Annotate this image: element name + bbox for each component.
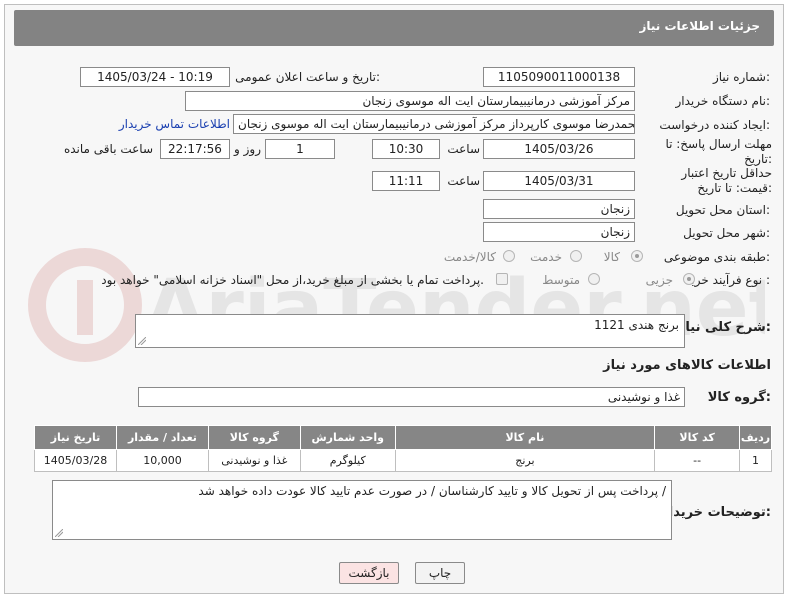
- buyer-notes-field[interactable]: پرداخت پس از تحویل کالا و تایید کارشناسا…: [52, 480, 672, 540]
- remaining-time-label: ساعت باقی مانده: [63, 142, 153, 156]
- cell-unit: کیلوگرم: [299, 449, 396, 472]
- price-time-label: ساعت: [447, 174, 480, 188]
- col-name: نام کالا: [394, 425, 656, 450]
- price-deadline-label: حداقل تاریخ اعتبار قیمت: تا تاریخ:: [681, 166, 772, 195]
- resize-handle-icon[interactable]: [55, 529, 63, 537]
- treasury-payment-checkbox[interactable]: [496, 273, 508, 285]
- goods-table: ردیف کد کالا نام کالا واحد شمارش گروه کا…: [33, 425, 772, 472]
- goods-info-title: اطلاعات کالاهای مورد نیاز: [603, 358, 771, 373]
- cell-code: --: [654, 449, 741, 472]
- announce-field[interactable]: 1405/03/24 - 10:19: [80, 67, 230, 87]
- price-date-field[interactable]: 1405/03/31: [483, 171, 635, 191]
- back-button[interactable]: بازگشت: [339, 562, 399, 584]
- table-header-row: ردیف کد کالا نام کالا واحد شمارش گروه کا…: [33, 425, 772, 450]
- buyer-org-field[interactable]: مرکز آموزشی درمانیبیمارستان ایت اله موسو…: [185, 91, 635, 111]
- description-text: برنج هندی 1121: [594, 318, 679, 332]
- cell-group: غذا و نوشیدنی: [207, 449, 301, 472]
- goods-group-label: گروه کالا:: [707, 390, 771, 405]
- buyer-notes-text: پرداخت پس از تحویل کالا و تایید کارشناسا…: [198, 484, 666, 498]
- province-field[interactable]: زنجان: [483, 199, 635, 219]
- price-time-field[interactable]: 11:11: [372, 171, 440, 191]
- process-radio-medium[interactable]: [588, 273, 600, 285]
- reply-deadline-label: مهلت ارسال پاسخ: تا تاریخ:: [665, 137, 772, 166]
- days-field[interactable]: 1: [265, 139, 335, 159]
- category-option-service: خدمت: [530, 250, 562, 264]
- creator-label: ایجاد کننده درخواست:: [659, 118, 770, 132]
- creator-field[interactable]: سیدمحمدرضا موسوی کارپرداز مرکز آموزشی در…: [233, 114, 635, 134]
- process-option-medium: متوسط: [542, 273, 580, 287]
- cell-row: 1: [739, 449, 772, 472]
- col-date: تاریخ نیاز: [33, 425, 118, 450]
- reply-time-field[interactable]: 10:30: [372, 139, 440, 159]
- reply-date-field[interactable]: 1405/03/26: [483, 139, 635, 159]
- col-row: ردیف: [739, 425, 772, 450]
- category-option-goods-service: کالا/خدمت: [443, 250, 496, 264]
- category-radio-goods-service[interactable]: [503, 250, 515, 262]
- resize-handle-icon[interactable]: [138, 337, 146, 345]
- reply-time-label: ساعت: [447, 142, 480, 156]
- print-button[interactable]: چاپ: [415, 562, 465, 584]
- cell-name: برنج: [394, 449, 656, 472]
- description-field[interactable]: برنج هندی 1121: [135, 314, 685, 348]
- need-number-label: شماره نیاز:: [712, 70, 770, 84]
- buyer-org-label: نام دستگاه خریدار:: [675, 94, 771, 108]
- payment-note: پرداخت تمام یا بخشی از مبلغ خرید،از محل …: [101, 273, 484, 287]
- col-code: کد کالا: [654, 425, 741, 450]
- need-number-field[interactable]: 1105090011000138: [483, 67, 635, 87]
- process-label: نوع فرآیند خرید :: [685, 273, 770, 287]
- col-quantity: تعداد / مقدار: [116, 425, 209, 450]
- col-group: گروه کالا: [207, 425, 301, 450]
- goods-group-field[interactable]: غذا و نوشیدنی: [138, 387, 685, 407]
- cell-quantity: 10,000: [116, 449, 209, 472]
- col-unit: واحد شمارش: [299, 425, 396, 450]
- process-radio-minor[interactable]: [683, 273, 695, 285]
- days-label: روز و: [234, 142, 261, 156]
- process-option-minor: جزیی: [645, 273, 673, 287]
- category-option-goods: کالا: [603, 250, 620, 264]
- contact-buyer-link[interactable]: اطلاعات تماس خریدار: [119, 117, 230, 131]
- category-radio-goods[interactable]: [631, 250, 643, 262]
- table-row[interactable]: 1 -- برنج کیلوگرم غذا و نوشیدنی 10,000 1…: [33, 449, 772, 472]
- category-radio-service[interactable]: [570, 250, 582, 262]
- description-label: شرح کلی نیاز:: [677, 320, 771, 335]
- city-field[interactable]: زنجان: [483, 222, 635, 242]
- remaining-time-field[interactable]: 22:17:56: [160, 139, 230, 159]
- header-bar: جزئیات اطلاعات نیاز: [14, 10, 774, 46]
- buyer-notes-label: توضیحات خریدار:: [661, 505, 771, 520]
- announce-label: تاریخ و ساعت اعلان عمومی:: [235, 70, 380, 84]
- page-title: جزئیات اطلاعات نیاز: [639, 19, 760, 33]
- category-label: طبقه بندی موضوعی:: [663, 250, 770, 264]
- cell-date: 1405/03/28: [33, 449, 118, 472]
- city-label: شهر محل تحویل:: [683, 226, 770, 240]
- province-label: استان محل تحویل:: [675, 203, 770, 217]
